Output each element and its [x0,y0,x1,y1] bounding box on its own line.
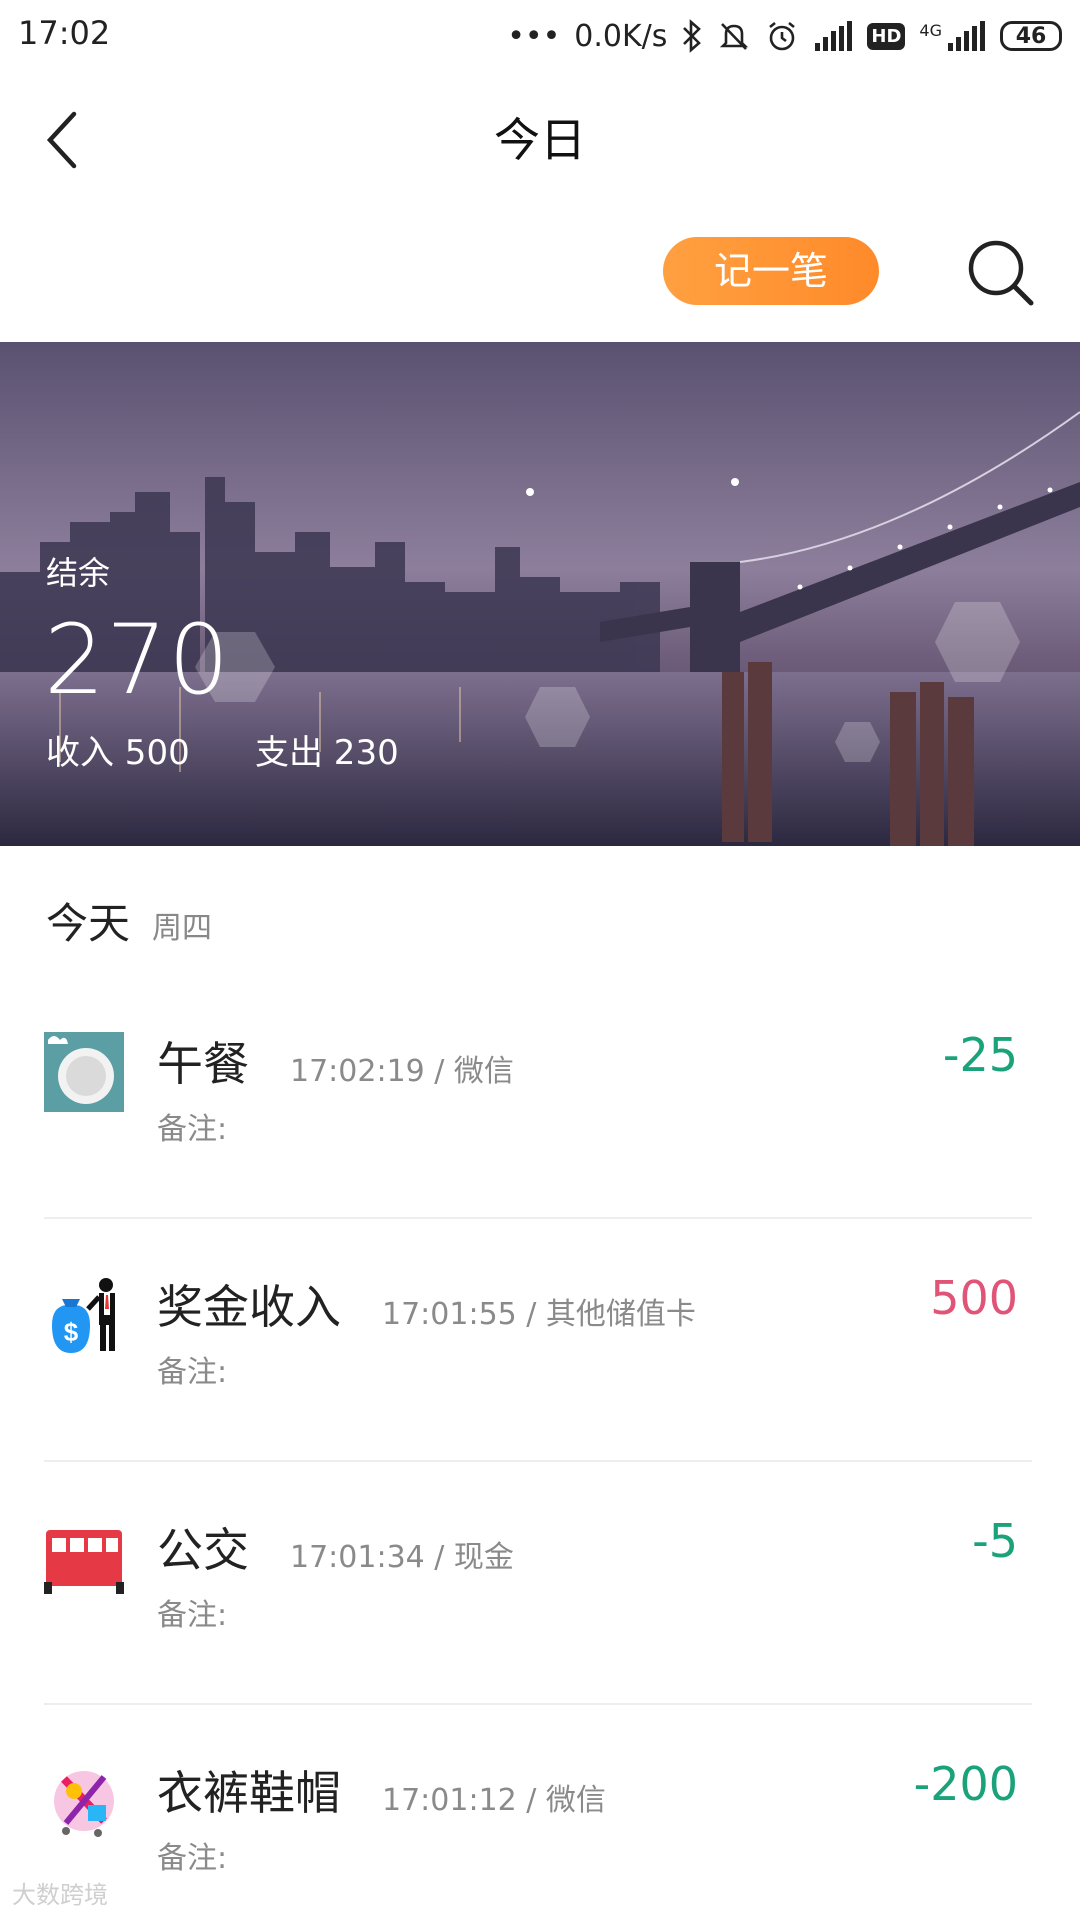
entry-note: 备注: [157,1598,228,1633]
entry-meta: 17:02:19 / 微信 [290,1054,514,1089]
hd-badge: HD [867,22,906,50]
money-bag-icon: $ [52,1278,115,1353]
entry-amount: -25 [942,1028,1018,1082]
network-speed: 0.0K/s [574,18,668,54]
summary-banner: 结余 270 收入 500 支出 230 [0,342,1080,846]
signal-icon [815,21,853,51]
battery-icon: 46 [1000,21,1062,51]
page-title: 今日 [494,113,586,167]
day-label: 今天 [46,899,131,948]
list-item[interactable]: 公交 17:01:34 / 现金 备注: -5 [0,1462,1080,1705]
entry-name: 衣裤鞋帽 [157,1766,341,1820]
shopping-icon [54,1771,114,1837]
status-bar: 17:02 ••• 0.0K/s HD 4G 46 [0,0,1080,72]
bluetooth-icon [683,19,702,53]
balance-value: 270 [44,604,231,716]
entry-note: 备注: [157,1112,228,1147]
alarm-icon [769,21,796,51]
mute-icon [720,23,749,50]
entry-amount: -5 [972,1514,1018,1568]
entry-amount: -200 [913,1757,1018,1811]
status-time: 17:02 [18,14,111,52]
entry-amount: 500 [930,1271,1018,1325]
nav-bar: 今日 [0,72,1080,202]
entry-name: 奖金收入 [157,1280,341,1334]
entry-meta: 17:01:34 / 现金 [290,1540,514,1575]
entry-name: 午餐 [157,1037,249,1091]
weekday-label: 周四 [152,911,213,946]
list-item[interactable]: 衣裤鞋帽 17:01:12 / 微信 备注: -200 [0,1705,1080,1920]
watermark: 大数跨境 [12,1881,108,1909]
list-item[interactable]: 午餐 17:02:19 / 微信 备注: -25 [0,976,1080,1219]
day-header: 今天 周四 [46,890,212,951]
svg-text:$: $ [64,1317,79,1347]
network-type-label: 4G [919,21,942,40]
expense-total: 支出 230 [255,733,399,773]
bus-icon [44,1530,124,1594]
battery-level: 46 [1015,23,1047,49]
network-type: 4G [919,21,986,51]
entry-meta: 17:01:12 / 微信 [382,1783,606,1818]
signal-4g-icon [948,21,985,51]
list-item[interactable]: $ 奖金收入 17:01:55 / 其他储值卡 备注: 500 [0,1219,1080,1462]
entry-meta: 17:01:55 / 其他储值卡 [382,1297,696,1332]
entry-note: 备注: [157,1841,228,1876]
record-button[interactable]: 记一笔 [663,237,879,305]
status-icons: ••• 0.0K/s HD 4G 46 [507,14,1062,58]
entry-note: 备注: [157,1355,228,1390]
income-total: 收入 500 [46,733,190,773]
entry-name: 公交 [157,1523,249,1577]
meal-plate-icon [44,1032,124,1112]
balance-label: 结余 [46,554,111,592]
search-icon[interactable] [966,238,1036,308]
more-dots-icon: ••• [507,18,561,54]
